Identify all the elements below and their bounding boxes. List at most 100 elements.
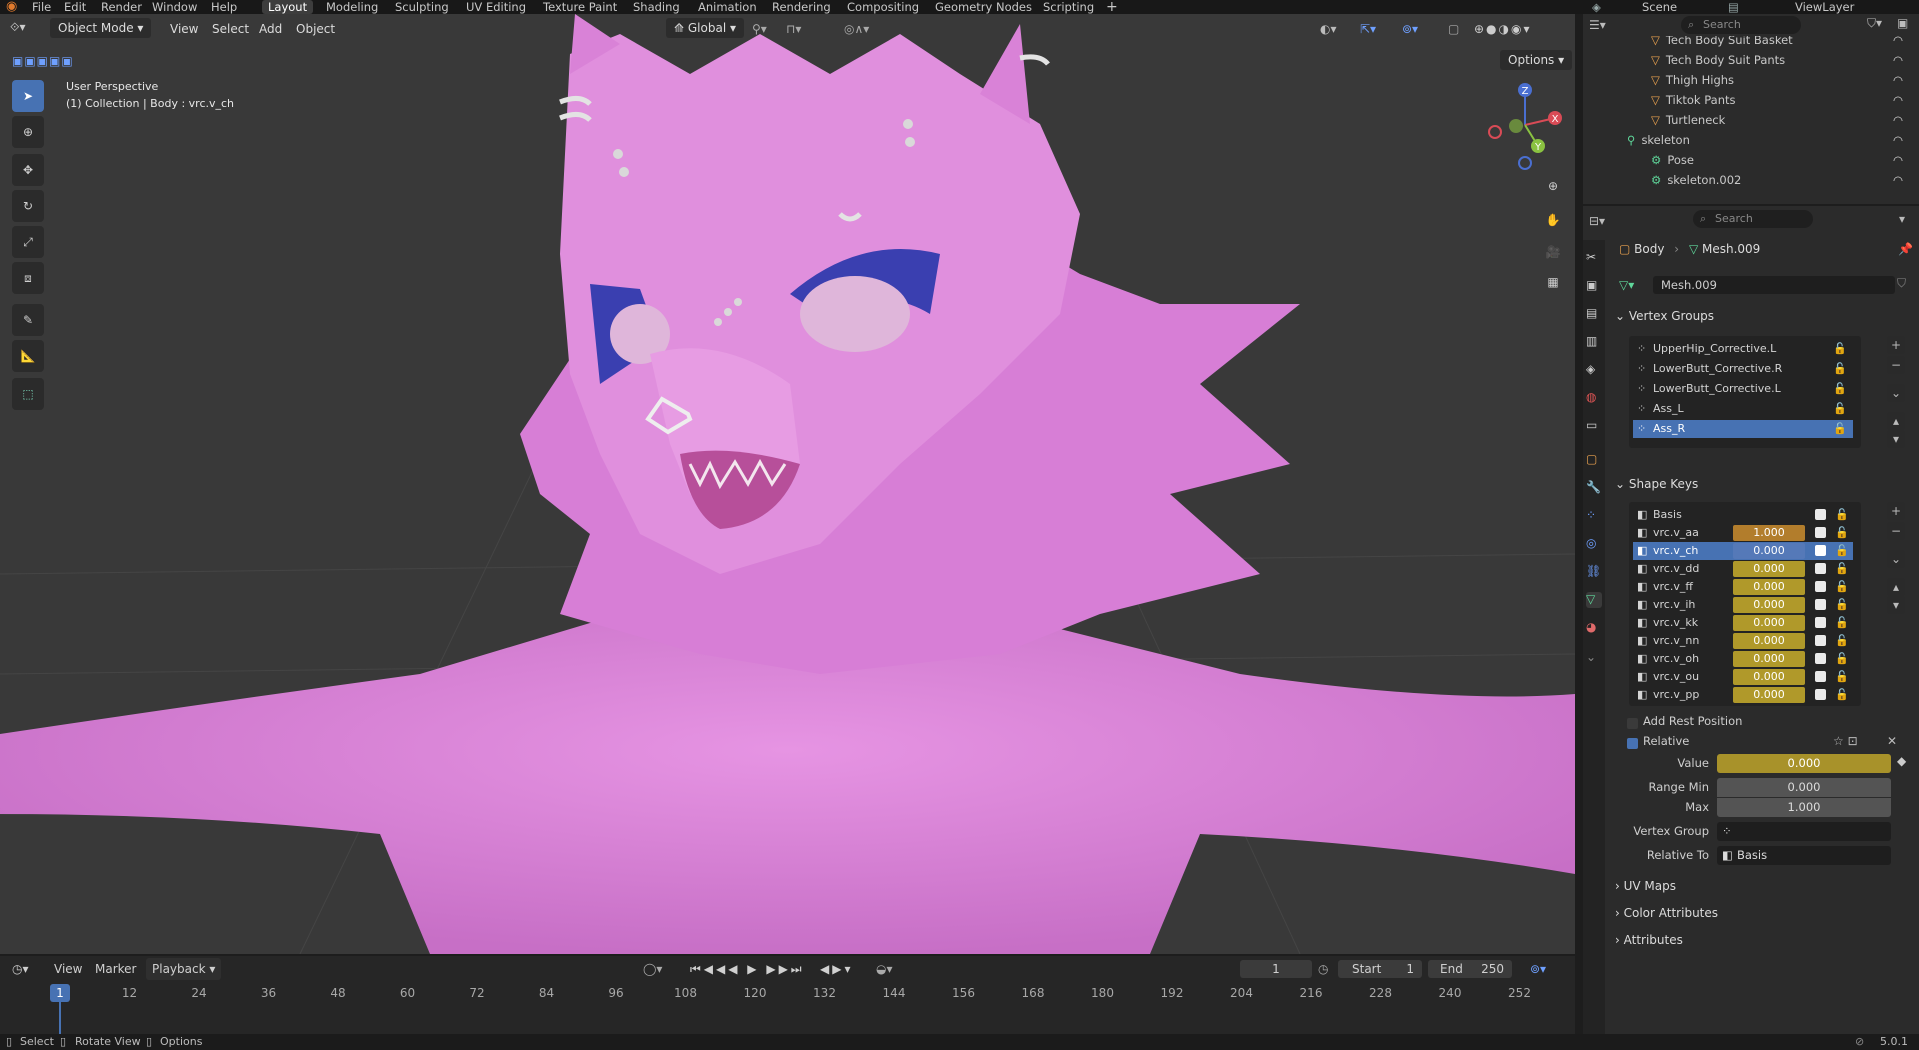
viewport-menu-object[interactable]: Object: [296, 18, 335, 40]
modifier-tab-icon[interactable]: 🔧: [1586, 480, 1602, 496]
navigation-gizmo[interactable]: Z X Y: [1480, 80, 1570, 170]
editor-type-icon[interactable]: ⟐▾: [10, 16, 25, 38]
shape-key-mute-checkbox[interactable]: [1815, 689, 1826, 700]
gizmo-toggle-icon[interactable]: ⇱▾: [1360, 18, 1376, 40]
lock-icon[interactable]: 🔓: [1833, 340, 1847, 358]
material-tab-icon[interactable]: ◕: [1586, 620, 1602, 636]
mesh-datablock-icon[interactable]: ▽▾: [1619, 278, 1634, 292]
view-layer-name[interactable]: ViewLayer: [1795, 0, 1854, 14]
tab-texture-paint[interactable]: Texture Paint: [543, 0, 617, 14]
add-rest-position-checkbox[interactable]: [1627, 718, 1638, 729]
lock-icon[interactable]: 🔓: [1835, 578, 1849, 596]
shape-key-value[interactable]: 0.000: [1733, 579, 1805, 595]
shape-key-row[interactable]: ◧ vrc.v_oh 0.000 🔓: [1633, 650, 1853, 668]
shading-mode-icons[interactable]: ⊕●◑◉▾: [1474, 18, 1532, 40]
menu-window[interactable]: Window: [152, 0, 197, 14]
properties-editor[interactable]: ⊟▾ ⌕ Search ▾ ✂ ▣ ▤ ▥ ◈ ◍ ▭ ▢ 🔧 ⁘ ◎ ⛓ ▽ ◕…: [1583, 206, 1919, 1040]
outliner-editor-icon[interactable]: ☰▾: [1589, 18, 1606, 32]
add-vertex-group-button[interactable]: +: [1887, 336, 1905, 354]
zoom-button[interactable]: ⊕: [1539, 172, 1567, 200]
collection-tab-icon[interactable]: ▭: [1586, 418, 1602, 434]
object-mode-dropdown[interactable]: Object Mode ▾: [50, 18, 152, 38]
options-dropdown[interactable]: Options ▾: [1500, 50, 1573, 70]
annotate-tool-button[interactable]: ✎: [12, 304, 44, 336]
properties-editor-icon[interactable]: ⊟▾: [1589, 214, 1605, 228]
relative-checkbox[interactable]: [1627, 738, 1638, 749]
outliner-row[interactable]: ⚲ skeleton ◠: [1583, 130, 1913, 150]
outliner-search-input[interactable]: ⌕ Search: [1681, 16, 1801, 34]
tab-animation[interactable]: Animation: [698, 0, 757, 14]
tab-geometry-nodes[interactable]: Geometry Nodes: [935, 0, 1032, 14]
fake-user-shield-icon[interactable]: ⛉: [1897, 276, 1906, 291]
physics-tab-icon[interactable]: ◎: [1586, 536, 1602, 552]
3d-viewport[interactable]: ⟐▾ Object Mode ▾ View Select Add Object …: [0, 14, 1575, 954]
keyframe-diamond-icon[interactable]: ◆: [1897, 754, 1906, 768]
shape-key-row[interactable]: ◧ vrc.v_ch 0.000 🔓: [1633, 542, 1853, 560]
playhead-frame-indicator[interactable]: 1: [50, 984, 70, 1002]
shape-key-mute-checkbox[interactable]: [1815, 563, 1826, 574]
pan-button[interactable]: ✋: [1539, 206, 1567, 234]
lock-icon[interactable]: 🔓: [1835, 668, 1849, 686]
shape-key-value[interactable]: 1.000: [1733, 525, 1805, 541]
cursor-tool-button[interactable]: ⊕: [12, 116, 44, 148]
clear-shape-keys-icon[interactable]: ✕: [1887, 734, 1897, 748]
vertex-group-field[interactable]: ⁘: [1717, 822, 1891, 841]
tab-layout[interactable]: Layout: [262, 0, 314, 14]
tab-compositing[interactable]: Compositing: [847, 0, 919, 14]
tab-rendering[interactable]: Rendering: [772, 0, 831, 14]
tab-scripting[interactable]: Scripting: [1043, 0, 1094, 14]
viewport-menu-add[interactable]: Add: [259, 18, 282, 40]
range-max-field[interactable]: 1.000: [1717, 798, 1891, 817]
vertex-group-specials-button[interactable]: ⌄: [1887, 384, 1905, 402]
remove-shape-key-button[interactable]: −: [1887, 522, 1905, 540]
object-tab-icon[interactable]: ▢: [1586, 452, 1602, 468]
relative-to-field[interactable]: ◧ Basis: [1717, 846, 1891, 865]
shape-key-value[interactable]: 0.000: [1733, 669, 1805, 685]
lock-icon[interactable]: 🔓: [1835, 614, 1849, 632]
outliner-row[interactable]: ⚙ skeleton.002 ◠: [1583, 170, 1913, 190]
add-cube-tool-button[interactable]: ⬚: [12, 378, 44, 410]
lock-icon[interactable]: 🔓: [1835, 542, 1849, 560]
lock-icon[interactable]: 🔓: [1835, 650, 1849, 668]
shape-key-row[interactable]: ◧ vrc.v_ih 0.000 🔓: [1633, 596, 1853, 614]
add-shape-key-button[interactable]: +: [1887, 502, 1905, 520]
vertex-group-row[interactable]: ⁘ LowerButt_Corrective.R 🔓: [1633, 360, 1853, 378]
shape-key-mute-checkbox[interactable]: [1815, 545, 1826, 556]
move-vertex-group-down-button[interactable]: ▾: [1887, 430, 1905, 448]
visibility-eye-icon[interactable]: ◠: [1893, 150, 1903, 170]
timeline[interactable]: ◷▾ View Marker Playback ▾ ◯▾ ⏮◀◀◀ ▶ ▶▶⏭ …: [0, 956, 1575, 1034]
scale-tool-button[interactable]: ⤢: [12, 226, 44, 258]
camera-view-button[interactable]: 🎥: [1539, 238, 1567, 266]
shape-keys-panel-header[interactable]: ⌄ Shape Keys: [1615, 474, 1698, 494]
vertex-group-row[interactable]: ⁘ Ass_R 🔓: [1633, 420, 1853, 438]
filter-icon[interactable]: ⛉▾: [1867, 16, 1882, 31]
add-workspace-icon[interactable]: +: [1106, 0, 1118, 14]
scene-tab-icon[interactable]: ◈: [1586, 362, 1602, 378]
shape-key-value[interactable]: 0.000: [1733, 687, 1805, 703]
shape-key-value[interactable]: 0.000: [1733, 543, 1805, 559]
rotate-tool-button[interactable]: ↻: [12, 190, 44, 222]
move-shape-key-down-button[interactable]: ▾: [1887, 596, 1905, 614]
visibility-icon[interactable]: ◐▾: [1320, 18, 1337, 40]
lock-icon[interactable]: 🔓: [1833, 420, 1847, 438]
vertex-groups-panel-header[interactable]: ⌄ Vertex Groups: [1615, 306, 1714, 326]
shape-key-mute-checkbox[interactable]: [1815, 509, 1826, 520]
shape-key-mute-checkbox[interactable]: [1815, 671, 1826, 682]
shape-key-mute-checkbox[interactable]: [1815, 581, 1826, 592]
remove-vertex-group-button[interactable]: −: [1887, 356, 1905, 374]
lock-icon[interactable]: 🔓: [1833, 400, 1847, 418]
proportional-edit-icon[interactable]: ◎∧▾: [844, 18, 869, 40]
lock-icon[interactable]: 🔓: [1835, 596, 1849, 614]
move-tool-button[interactable]: ✥: [12, 154, 44, 186]
shape-key-value[interactable]: 0.000: [1733, 597, 1805, 613]
outliner-row[interactable]: ▽ Tech Body Suit Basket ◠: [1583, 36, 1913, 50]
outliner-row[interactable]: ▽ Turtleneck ◠: [1583, 110, 1913, 130]
visibility-eye-icon[interactable]: ◠: [1893, 50, 1903, 70]
collapse-icon[interactable]: ▾: [1899, 212, 1905, 226]
shape-key-value[interactable]: 0.000: [1733, 651, 1805, 667]
mesh-data-tab-icon[interactable]: ▽: [1586, 592, 1602, 608]
shape-key-lock-icons[interactable]: ☆ ⊡: [1833, 734, 1858, 748]
vertex-group-row[interactable]: ⁘ Ass_L 🔓: [1633, 400, 1853, 418]
lock-icon[interactable]: 🔓: [1835, 506, 1849, 524]
lock-icon[interactable]: 🔓: [1835, 560, 1849, 578]
